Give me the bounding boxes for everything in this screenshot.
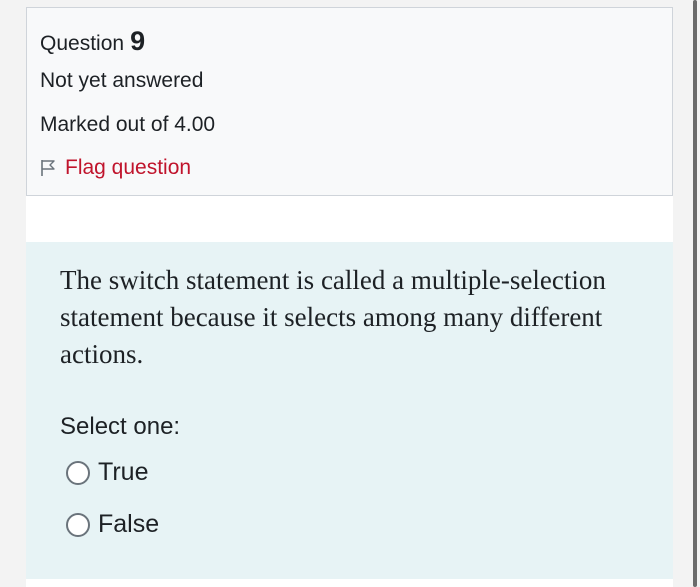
question-text: The switch statement is called a multipl… bbox=[60, 265, 606, 369]
question-number-heading: Question 9 bbox=[40, 26, 145, 57]
question-state: Not yet answered bbox=[40, 69, 204, 92]
answer-prompt: Select one: bbox=[60, 413, 181, 440]
answer-option-true[interactable]: True bbox=[66, 458, 148, 487]
page-bottom-strip bbox=[26, 579, 673, 587]
question-info-panel: Question 9 Not yet answered Marked out of… bbox=[26, 7, 673, 196]
panel-spacer bbox=[26, 196, 673, 242]
answer-option-label: False bbox=[98, 510, 160, 538]
question-number: 9 bbox=[130, 26, 146, 56]
radio-button-false[interactable] bbox=[66, 512, 90, 537]
question-grade: Marked out of 4.00 bbox=[40, 113, 216, 136]
flag-question-label: Flag question bbox=[65, 156, 192, 179]
flag-outline-icon bbox=[41, 160, 55, 176]
question-label: Question bbox=[40, 32, 125, 55]
vertical-scrollbar[interactable] bbox=[693, 0, 697, 587]
question-content-panel: The switch statement is called a multipl… bbox=[26, 242, 673, 579]
answer-option-label: True bbox=[98, 458, 149, 486]
answer-option-false[interactable]: False bbox=[66, 510, 159, 539]
radio-button-true[interactable] bbox=[66, 460, 90, 485]
flag-question-link[interactable]: Flag question bbox=[39, 156, 191, 180]
